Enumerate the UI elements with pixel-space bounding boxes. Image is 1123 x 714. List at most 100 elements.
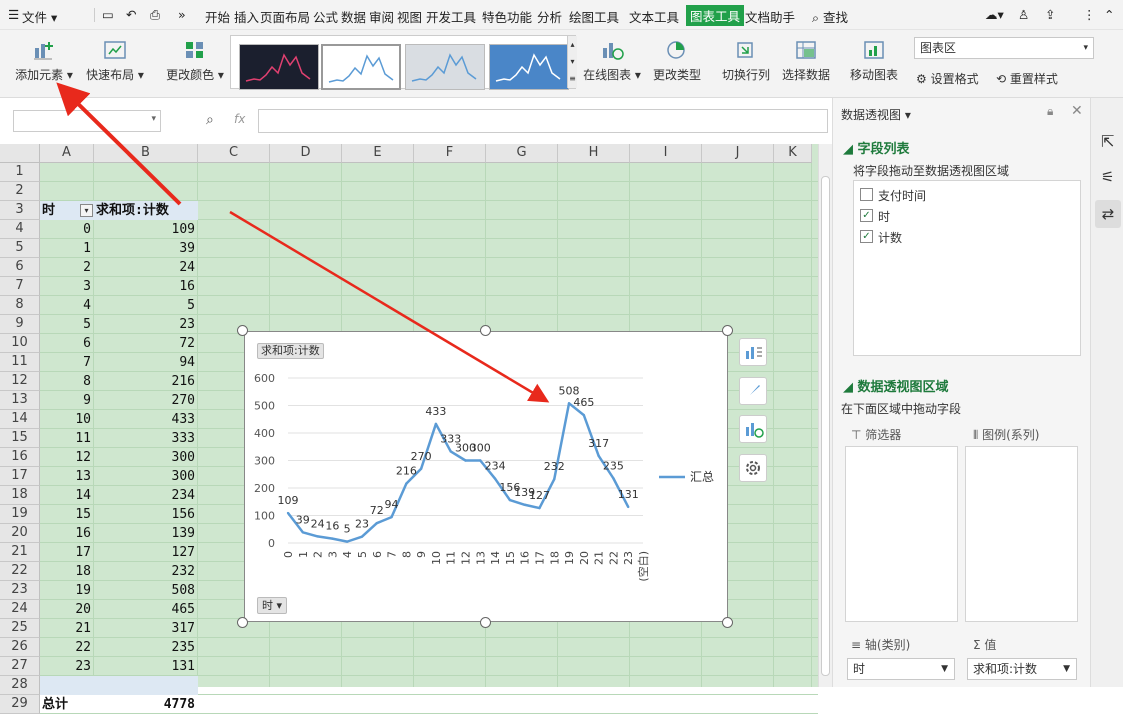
row-header[interactable]: 1 [0,163,40,182]
row-header[interactable]: 11 [0,353,40,372]
pivot-filter-dropdown[interactable]: ▾ [80,204,93,217]
cell[interactable]: 1 [40,239,91,258]
row-header[interactable]: 16 [0,448,40,467]
chart-style-light-selected[interactable] [321,44,401,90]
cell[interactable]: 131 [94,657,195,676]
cell[interactable]: 求和项:计数 [96,201,169,220]
chart-elements-button[interactable] [739,338,767,366]
fx-icon[interactable]: fx [234,112,245,126]
cloud-icon[interactable]: ☁▾ [985,7,1004,22]
quick-layout-button[interactable]: 快速布局 ▾ [84,38,146,83]
cell[interactable]: 时 [42,201,55,220]
menu-tab-13[interactable]: 文档助手 [745,7,795,26]
menu-tab-12[interactable]: 图表工具 [686,5,745,26]
row-header[interactable]: 2 [0,182,40,201]
column-header-B[interactable]: B [94,144,198,163]
chart-style-dark[interactable] [239,44,319,90]
row-header[interactable]: 12 [0,372,40,391]
cell[interactable]: 333 [94,429,195,448]
column-header-E[interactable]: E [342,144,414,163]
cell[interactable]: 5 [40,315,91,334]
cell[interactable]: 508 [94,581,195,600]
pin-icon[interactable]: 🔒︎ [1047,104,1053,119]
row-header[interactable]: 23 [0,581,40,600]
row-header[interactable]: 27 [0,657,40,676]
checkbox-unchecked[interactable] [860,188,873,201]
resize-handle-bc[interactable] [480,617,491,628]
menu-tab-4[interactable]: 数据 [341,7,366,26]
change-color-button[interactable]: 更改颜色 ▾ [164,38,226,83]
add-element-button[interactable]: 添加元素 ▾ [14,38,74,83]
field-item[interactable]: 支付时间 [860,185,1070,203]
cell[interactable]: 7 [40,353,91,372]
cell[interactable]: 127 [94,543,195,562]
resize-handle-tc[interactable] [480,325,491,336]
row-header[interactable]: 17 [0,467,40,486]
menu-tab-9[interactable]: 分析 [537,7,562,26]
row-header[interactable]: 4 [0,220,40,239]
chart-style-button[interactable] [739,377,767,405]
field-item[interactable]: ✓ 时 [860,206,1070,224]
set-format-button[interactable]: ⚙ 设置格式 [916,70,979,87]
gallery-scroll[interactable]: ▴ ▾ ≡ [567,36,577,88]
cell[interactable]: 109 [94,220,195,239]
cell[interactable]: 216 [94,372,195,391]
cell[interactable]: 19 [40,581,91,600]
cell[interactable]: 0 [40,220,91,239]
checkbox-checked[interactable]: ✓ [860,209,873,222]
search-menu[interactable]: ⌕ 查找 [812,7,848,26]
online-chart-button[interactable]: 在线图表 ▾ [582,38,642,83]
row-header[interactable]: 3 [0,201,40,220]
chart-style-grey[interactable] [405,44,485,90]
chart-filter-button[interactable] [739,415,767,443]
select-data-button[interactable]: 选择数据 [778,38,834,83]
cell[interactable]: 总计 [42,695,68,714]
row-header[interactable]: 19 [0,505,40,524]
cell[interactable]: 5 [94,296,195,315]
menu-tab-10[interactable]: 绘图工具 [569,7,619,26]
more-options-icon[interactable]: ⋮ [1083,7,1096,22]
column-header-D[interactable]: D [270,144,342,163]
row-header[interactable]: 25 [0,619,40,638]
row-header[interactable]: 15 [0,429,40,448]
export-icon[interactable]: ⇪ [1045,7,1055,22]
cell[interactable]: 270 [94,391,195,410]
cell[interactable]: 317 [94,619,195,638]
row-header[interactable]: 24 [0,600,40,619]
hamburger-icon[interactable]: ☰ [8,7,19,22]
column-header-J[interactable]: J [702,144,774,163]
more-icon[interactable]: » [178,7,186,22]
share-user-icon[interactable]: ♙ [1018,7,1029,22]
settings-sliders-icon[interactable]: ⚟ [1101,168,1114,186]
column-header-G[interactable]: G [486,144,558,163]
chart-axis-filter-button[interactable]: 时 ▾ [257,597,288,614]
cell[interactable]: 39 [94,239,195,258]
row-header[interactable]: 8 [0,296,40,315]
cell[interactable]: 9 [40,391,91,410]
cell[interactable]: 20 [40,600,91,619]
name-box[interactable]: ▾ [13,110,161,132]
row-header[interactable]: 18 [0,486,40,505]
scroll-thumb[interactable] [821,176,830,676]
cell[interactable]: 300 [94,448,195,467]
change-type-button[interactable]: 更改类型 [650,38,704,83]
row-header[interactable]: 10 [0,334,40,353]
cell[interactable]: 232 [94,562,195,581]
column-header-K[interactable]: K [774,144,812,163]
cell[interactable]: 6 [40,334,91,353]
row-header[interactable]: 28 [0,676,40,695]
switch-rowcol-button[interactable]: 切换行列 [718,38,774,83]
cell[interactable]: 10 [40,410,91,429]
cell[interactable]: 13 [40,467,91,486]
row-header[interactable]: 20 [0,524,40,543]
move-chart-button[interactable]: 移动图表 [846,38,902,83]
row-header[interactable]: 7 [0,277,40,296]
menu-tab-8[interactable]: 特色功能 [482,7,532,26]
cell[interactable]: 4778 [94,695,195,714]
cell[interactable]: 24 [94,258,195,277]
cell[interactable]: 21 [40,619,91,638]
collapse-ribbon-icon[interactable]: ⌃ [1104,7,1114,22]
axis-field-select[interactable]: 时 ▼ [847,658,955,680]
resize-handle-tr[interactable] [722,325,733,336]
cell[interactable]: 465 [94,600,195,619]
